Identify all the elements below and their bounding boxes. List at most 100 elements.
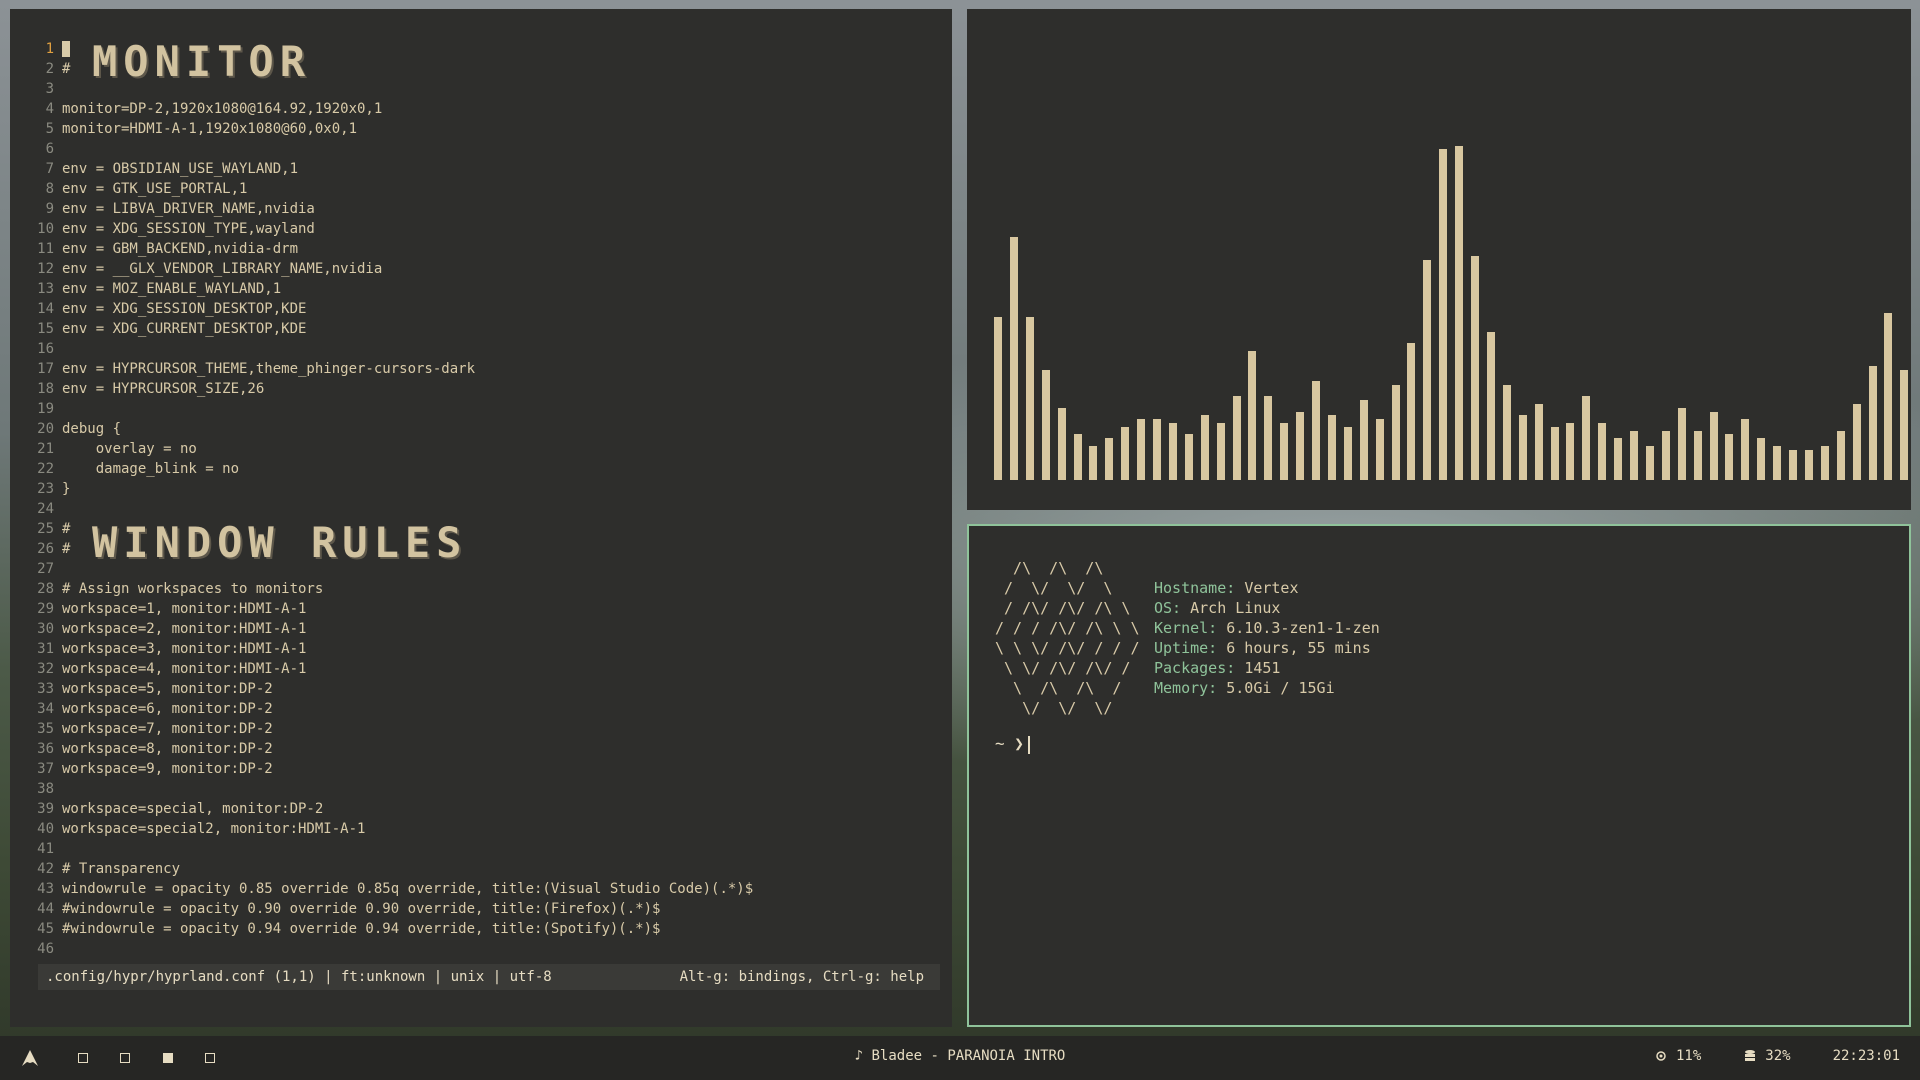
code-line[interactable]: 23} <box>10 479 952 499</box>
code-line[interactable]: 33 workspace=5, monitor:DP-2 <box>10 679 952 699</box>
code-line[interactable]: 28 # Assign workspaces to monitors <box>10 579 952 599</box>
code-line[interactable]: 10 env = XDG_SESSION_TYPE,wayland <box>10 219 952 239</box>
info-row: Kernel: 6.10.3-zen1-1-zen <box>1154 618 1380 638</box>
monitor-section-title: MONITOR <box>92 37 312 86</box>
line-number: 9 <box>45 201 54 217</box>
code-line[interactable]: 7 env = OBSIDIAN_USE_WAYLAND,1 <box>10 159 952 179</box>
code-line[interactable]: 43 windowrule = opacity 0.85 override 0.8… <box>10 879 952 899</box>
visualizer-bar <box>1900 370 1909 480</box>
line-number: 36 <box>37 741 54 757</box>
fetch-logo: /\ /\ /\ / \/ \/ \ / /\/ /\/ /\ \ / / / … <box>995 558 1140 718</box>
line-number: 11 <box>37 241 54 257</box>
code-line[interactable]: 5 monitor=HDMI-A-1,1920x1080@60,0x0,1 <box>10 119 952 139</box>
code-line[interactable]: 34 workspace=6, monitor:DP-2 <box>10 699 952 719</box>
visualizer-bar <box>1359 400 1368 480</box>
code-line[interactable]: 24 <box>10 499 952 519</box>
code-line[interactable]: 46 <box>10 939 952 959</box>
visualizer-bar <box>1693 431 1702 480</box>
line-number: 21 <box>37 441 54 457</box>
code-line[interactable]: 44 #windowrule = opacity 0.90 override 0.… <box>10 899 952 919</box>
system-info: Hostname: Vertex OS: Arch Linux Kernel: 6.… <box>1154 578 1380 698</box>
code-line[interactable]: 36 workspace=8, monitor:DP-2 <box>10 739 952 759</box>
info-value: Vertex <box>1244 579 1299 597</box>
cpu-indicator[interactable]: 11% <box>1654 1048 1701 1064</box>
line-number: 23 <box>37 481 54 497</box>
line-number: 6 <box>45 141 54 157</box>
cpu-icon <box>1656 1051 1666 1061</box>
code-line[interactable]: 20 debug { <box>10 419 952 439</box>
line-number: 13 <box>37 281 54 297</box>
terminal-window[interactable]: /\ /\ /\ / \/ \/ \ / /\/ /\/ /\ \ / / / … <box>967 524 1911 1027</box>
code-line[interactable]: 39 workspace=special, monitor:DP-2 <box>10 799 952 819</box>
code-line[interactable]: 21 overlay = no <box>10 439 952 459</box>
code-line[interactable]: 45 #windowrule = opacity 0.94 override 0.… <box>10 919 952 939</box>
audio-visualizer-window[interactable] <box>967 9 1911 510</box>
line-number: 34 <box>37 701 54 717</box>
line-number: 27 <box>37 561 54 577</box>
visualizer-bar <box>1009 237 1018 480</box>
ascii-logo: /\ /\ /\ / \/ \/ \ / /\/ /\/ /\ \ / / / … <box>995 559 1140 717</box>
code-line[interactable]: 4 monitor=DP-2,1920x1080@164.92,1920x0,1 <box>10 99 952 119</box>
line-text: env = LIBVA_DRIVER_NAME,nvidia <box>62 201 315 217</box>
code-line[interactable]: 22 damage_blink = no <box>10 459 952 479</box>
line-number: 12 <box>37 261 54 277</box>
editor-window[interactable]: 1 2 #3 4 monitor=DP-2,1920x1080@164.92,1920x… <box>10 9 952 1027</box>
code-line[interactable]: 38 <box>10 779 952 799</box>
code-line[interactable]: 14 env = XDG_SESSION_DESKTOP,KDE <box>10 299 952 319</box>
code-line[interactable]: 29 workspace=1, monitor:HDMI-A-1 <box>10 599 952 619</box>
line-text: #windowrule = opacity 0.94 override 0.94… <box>62 921 661 937</box>
line-text: env = GTK_USE_PORTAL,1 <box>62 181 248 197</box>
line-number: 28 <box>37 581 54 597</box>
visualizer-bar <box>1471 256 1479 480</box>
visualizer-bar <box>1407 343 1416 480</box>
line-text: overlay = no <box>62 441 197 457</box>
visualizer-bar <box>1566 423 1575 480</box>
visualizer-bar <box>1057 408 1066 480</box>
disk-indicator[interactable]: 32% <box>1743 1048 1791 1064</box>
code-line[interactable]: 42 # Transparency <box>10 859 952 879</box>
code-line[interactable]: 6 <box>10 139 952 159</box>
info-row: OS: Arch Linux <box>1154 598 1380 618</box>
code-line[interactable]: 12 env = __GLX_VENDOR_LIBRARY_NAME,nvidia <box>10 259 952 279</box>
now-playing[interactable]: ♪ Bladee - PARANOIA INTRO <box>0 1048 1920 1064</box>
code-line[interactable]: 41 <box>10 839 952 859</box>
line-text: workspace=1, monitor:HDMI-A-1 <box>62 601 307 617</box>
code-line[interactable]: 13 env = MOZ_ENABLE_WAYLAND,1 <box>10 279 952 299</box>
line-number: 29 <box>37 601 54 617</box>
code-line[interactable]: 31 workspace=3, monitor:HDMI-A-1 <box>10 639 952 659</box>
code-line[interactable]: 15 env = XDG_CURRENT_DESKTOP,KDE <box>10 319 952 339</box>
visualizer-bar <box>1184 434 1193 480</box>
line-text: workspace=3, monitor:HDMI-A-1 <box>62 641 307 657</box>
line-text <box>62 39 70 59</box>
code-area[interactable]: 1 2 #3 4 monitor=DP-2,1920x1080@164.92,1920x… <box>10 39 952 959</box>
line-number: 5 <box>45 121 54 137</box>
shell-prompt[interactable]: ~ ❯ <box>995 734 1030 754</box>
code-line[interactable]: 32 workspace=4, monitor:HDMI-A-1 <box>10 659 952 679</box>
text-caret <box>1027 735 1030 754</box>
line-number: 1 <box>45 41 54 57</box>
code-line[interactable]: 9 env = LIBVA_DRIVER_NAME,nvidia <box>10 199 952 219</box>
visualizer-bar <box>1232 396 1241 480</box>
code-line[interactable]: 17 env = HYPRCURSOR_THEME,theme_phinger-c… <box>10 359 952 379</box>
code-line[interactable]: 35 workspace=7, monitor:DP-2 <box>10 719 952 739</box>
code-line[interactable]: 18 env = HYPRCURSOR_SIZE,26 <box>10 379 952 399</box>
info-row: Memory: 5.0Gi / 15Gi <box>1154 678 1380 698</box>
line-number: 4 <box>45 101 54 117</box>
code-line[interactable]: 16 <box>10 339 952 359</box>
code-line[interactable]: 19 <box>10 399 952 419</box>
line-number: 15 <box>37 321 54 337</box>
line-number: 3 <box>45 81 54 97</box>
line-number: 32 <box>37 661 54 677</box>
line-text: # <box>62 541 71 557</box>
visualizer-bar <box>1455 146 1464 480</box>
code-line[interactable]: 30 workspace=2, monitor:HDMI-A-1 <box>10 619 952 639</box>
line-number: 7 <box>45 161 54 177</box>
line-number: 37 <box>37 761 54 777</box>
code-line[interactable]: 40 workspace=special2, monitor:HDMI-A-1 <box>10 819 952 839</box>
line-number: 22 <box>37 461 54 477</box>
code-line[interactable]: 37 workspace=9, monitor:DP-2 <box>10 759 952 779</box>
code-line[interactable]: 11 env = GBM_BACKEND,nvidia-drm <box>10 239 952 259</box>
line-number: 14 <box>37 301 54 317</box>
code-line[interactable]: 8 env = GTK_USE_PORTAL,1 <box>10 179 952 199</box>
visualizer-bar <box>1789 450 1797 480</box>
